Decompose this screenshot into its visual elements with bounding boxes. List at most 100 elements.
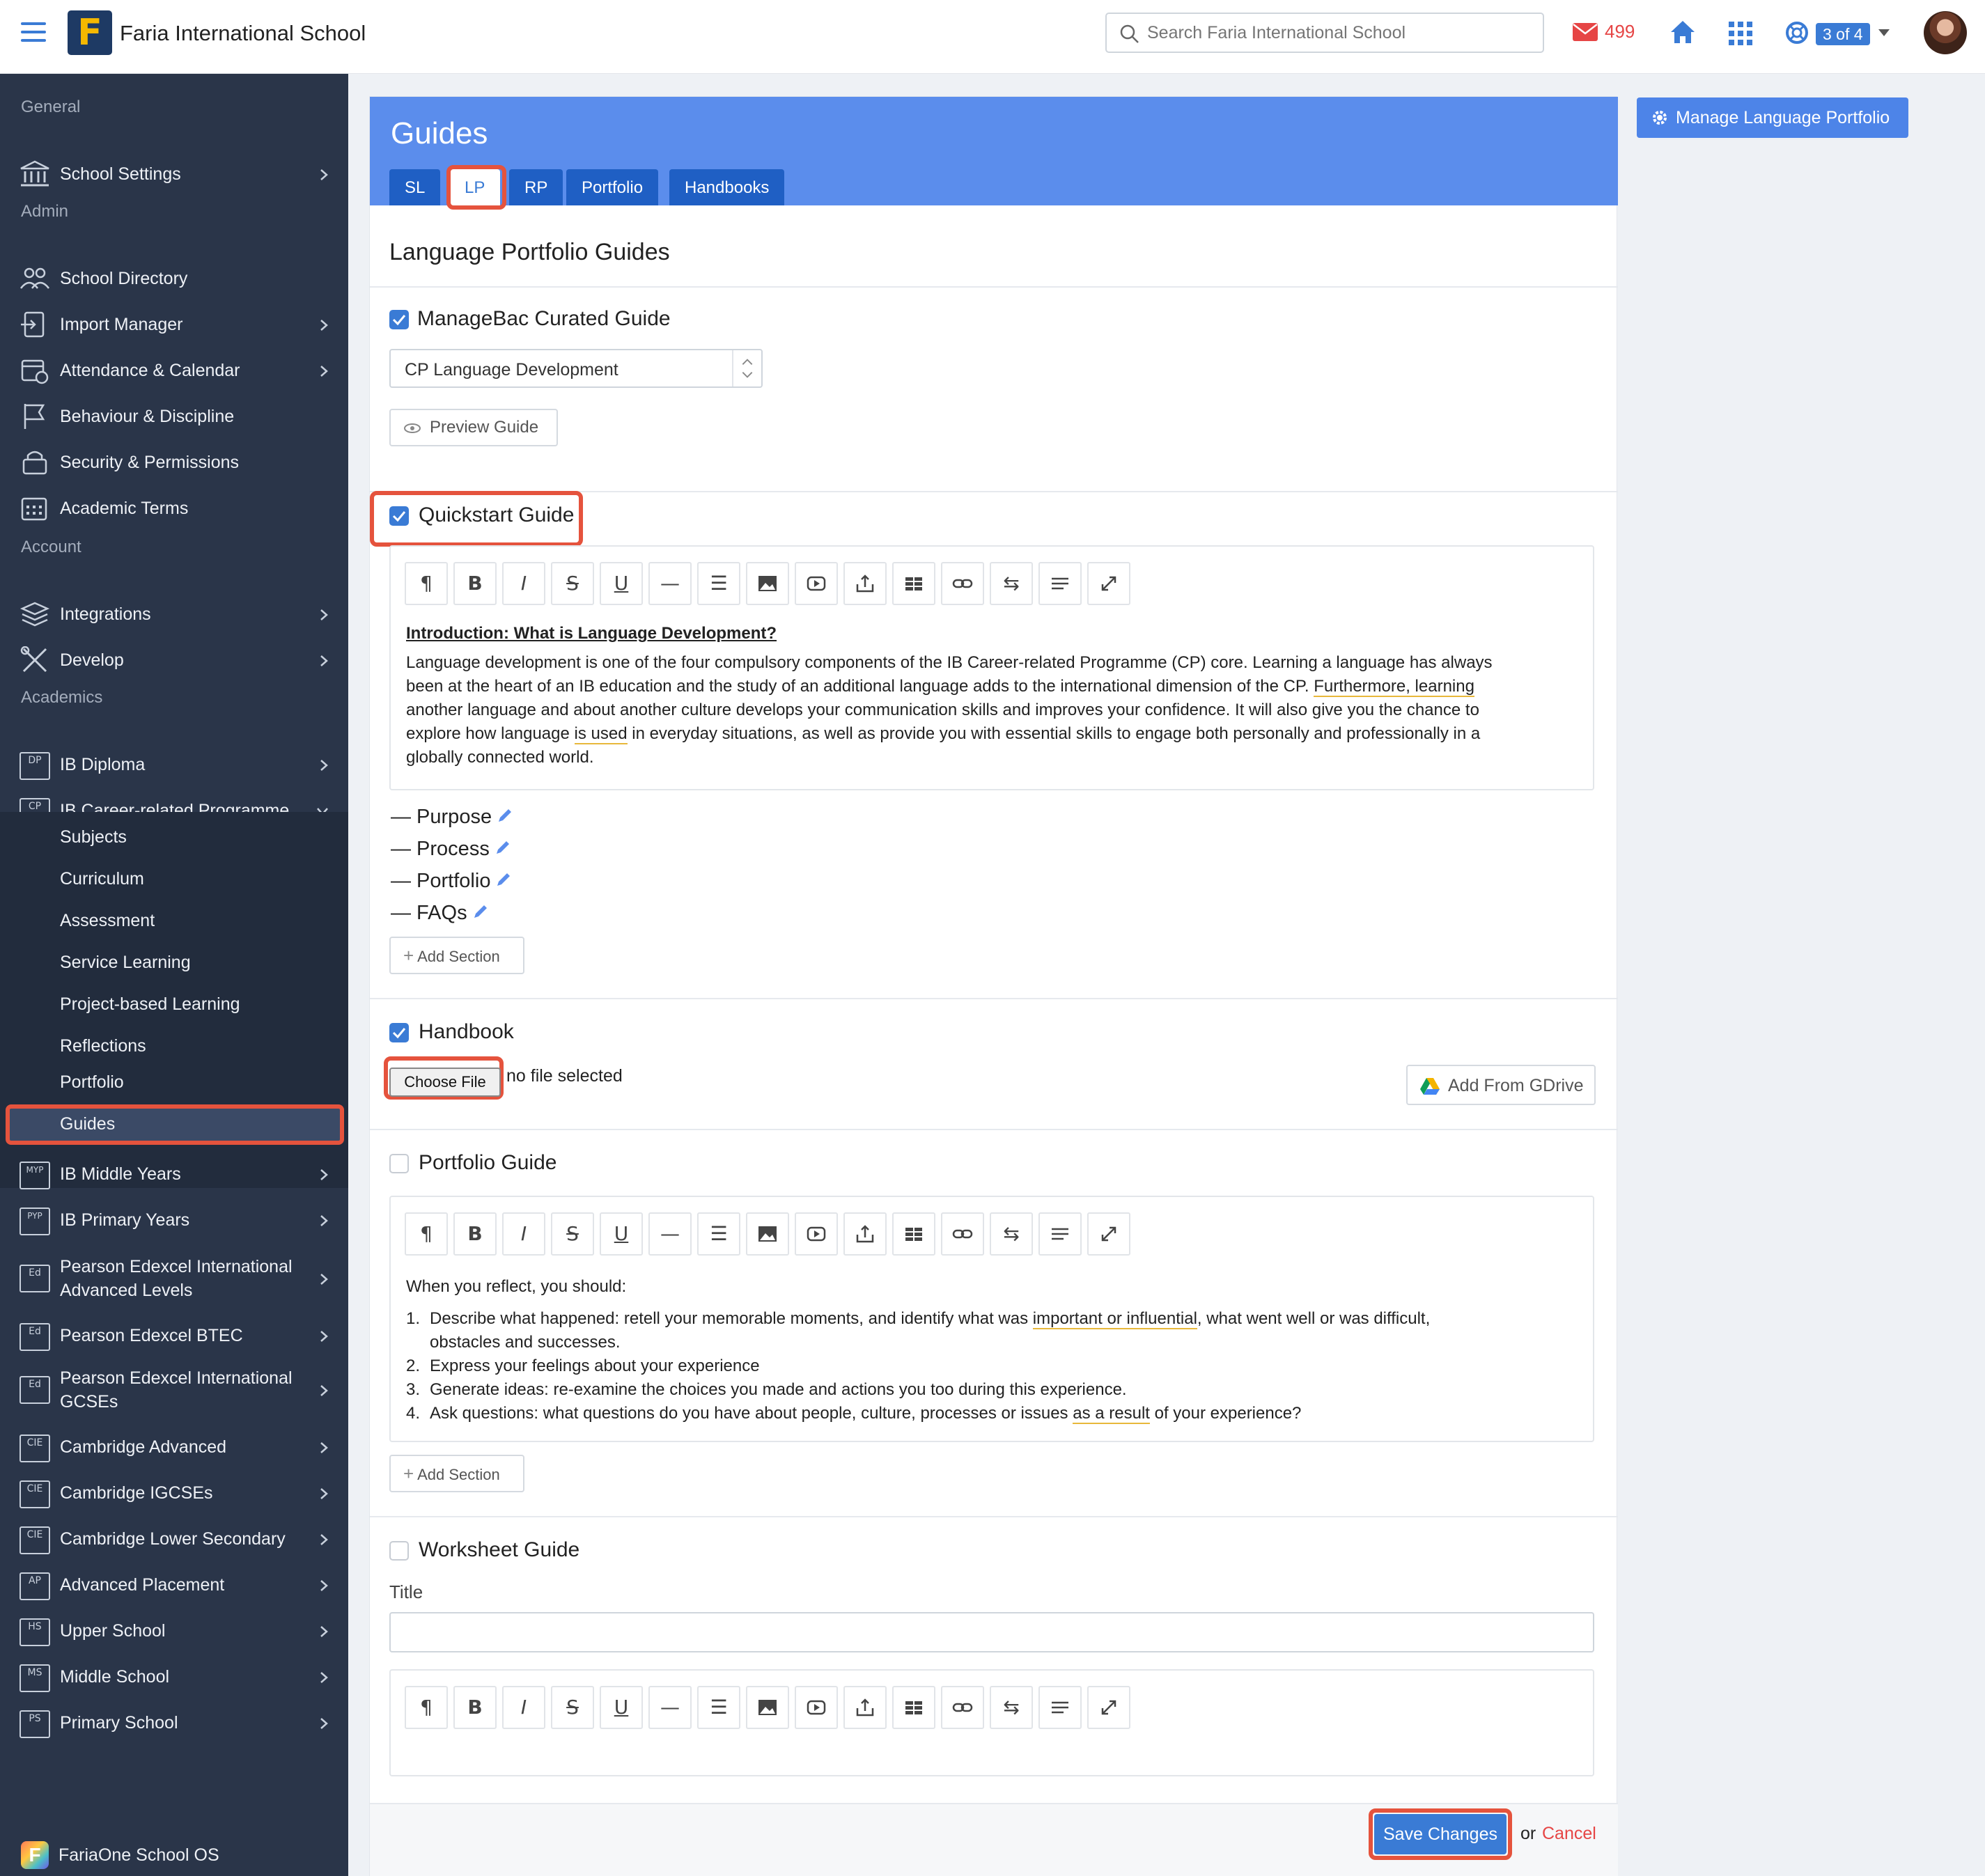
- mail-icon[interactable]: [1573, 23, 1598, 41]
- counter-badge[interactable]: 3 of 4: [1816, 23, 1870, 45]
- sidebar-item-cambridge-advanced[interactable]: CIE Cambridge Advanced: [0, 1426, 348, 1468]
- sidebar-item-import-manager[interactable]: Import Manager: [0, 304, 348, 345]
- italic-icon[interactable]: I: [502, 1686, 545, 1729]
- strikethrough-icon[interactable]: S: [551, 1212, 594, 1256]
- table-icon[interactable]: [892, 1212, 935, 1256]
- fullscreen-icon[interactable]: [1087, 562, 1130, 605]
- link-icon[interactable]: [941, 1212, 984, 1256]
- search-input[interactable]: [1147, 19, 1523, 46]
- link-icon[interactable]: [941, 562, 984, 605]
- video-icon[interactable]: [795, 562, 838, 605]
- swap-icon[interactable]: ⇆: [990, 562, 1033, 605]
- pencil-icon[interactable]: [494, 840, 511, 857]
- sidebar-footer[interactable]: F FariaOne School OS: [0, 1831, 348, 1876]
- quickstart-editor[interactable]: ¶ B I S U — ☰ ⇆ Introduction: What is La…: [389, 545, 1594, 790]
- align-icon[interactable]: [1038, 1686, 1082, 1729]
- strikethrough-icon[interactable]: S: [551, 1686, 594, 1729]
- worksheet-editor[interactable]: ¶ B I S U — ☰ ⇆: [389, 1669, 1594, 1776]
- image-icon[interactable]: [746, 1212, 789, 1256]
- link-icon[interactable]: [941, 1686, 984, 1729]
- section-purpose[interactable]: — Purpose: [391, 806, 513, 829]
- upload-icon[interactable]: [843, 1212, 887, 1256]
- bold-icon[interactable]: B: [453, 1686, 497, 1729]
- sidebar-item-school-directory[interactable]: School Directory: [0, 258, 348, 299]
- user-avatar[interactable]: [1924, 11, 1967, 54]
- video-icon[interactable]: [795, 1686, 838, 1729]
- upload-icon[interactable]: [843, 562, 887, 605]
- sidebar-item-ib-diploma[interactable]: DP IB Diploma: [0, 744, 348, 785]
- paragraph-icon[interactable]: ¶: [405, 562, 448, 605]
- home-icon[interactable]: [1669, 19, 1696, 45]
- sidebar-item-edexcel-igcse[interactable]: Ed Pearson Edexcel International GCSEs: [0, 1363, 348, 1416]
- portfolio-guide-checkbox[interactable]: [389, 1154, 409, 1173]
- portfolio-guide-editor[interactable]: ¶ B I S U — ☰ ⇆ When you reflect, you sh…: [389, 1196, 1594, 1442]
- underline-icon[interactable]: U: [600, 1686, 643, 1729]
- manage-language-portfolio-button[interactable]: Manage Language Portfolio: [1637, 97, 1908, 138]
- add-section-button[interactable]: + Add Section: [389, 1455, 524, 1492]
- submenu-assessment[interactable]: Assessment: [60, 911, 155, 931]
- choose-file-button[interactable]: Choose File: [389, 1068, 501, 1097]
- pencil-icon[interactable]: [496, 808, 513, 824]
- horizontal-rule-icon[interactable]: —: [648, 562, 692, 605]
- section-portfolio[interactable]: — Portfolio: [391, 870, 511, 893]
- submenu-subjects[interactable]: Subjects: [60, 827, 127, 847]
- fullscreen-icon[interactable]: [1087, 1686, 1130, 1729]
- sidebar-item-develop[interactable]: Develop: [0, 639, 348, 681]
- paragraph-icon[interactable]: ¶: [405, 1686, 448, 1729]
- image-icon[interactable]: [746, 1686, 789, 1729]
- sidebar-item-advanced-placement[interactable]: AP Advanced Placement: [0, 1564, 348, 1606]
- app-title[interactable]: Faria International School: [120, 21, 366, 46]
- handbook-checkbox[interactable]: [389, 1023, 409, 1042]
- list-icon[interactable]: ☰: [697, 1212, 740, 1256]
- video-icon[interactable]: [795, 1212, 838, 1256]
- mail-count[interactable]: 499: [1605, 21, 1635, 42]
- sidebar-item-academic-terms[interactable]: Academic Terms: [0, 487, 348, 529]
- table-icon[interactable]: [892, 1686, 935, 1729]
- italic-icon[interactable]: I: [502, 562, 545, 605]
- align-icon[interactable]: [1038, 1212, 1082, 1256]
- pencil-icon[interactable]: [495, 872, 511, 889]
- upload-icon[interactable]: [843, 1686, 887, 1729]
- bold-icon[interactable]: B: [453, 1212, 497, 1256]
- sidebar-item-edexcel-ial[interactable]: Ed Pearson Edexcel International Advanced…: [0, 1252, 348, 1305]
- quickstart-checkbox[interactable]: [389, 506, 409, 526]
- image-icon[interactable]: [746, 562, 789, 605]
- bold-icon[interactable]: B: [453, 562, 497, 605]
- lifebuoy-icon[interactable]: [1785, 21, 1809, 45]
- search-box[interactable]: [1105, 13, 1544, 53]
- sidebar-item-integrations[interactable]: Integrations: [0, 593, 348, 635]
- horizontal-rule-icon[interactable]: —: [648, 1212, 692, 1256]
- tab-rp[interactable]: RP: [509, 169, 563, 205]
- sidebar-item-upper-school[interactable]: HS Upper School: [0, 1610, 348, 1652]
- submenu-service-learning[interactable]: Service Learning: [60, 953, 191, 973]
- pencil-icon[interactable]: [472, 904, 488, 921]
- table-icon[interactable]: [892, 562, 935, 605]
- submenu-portfolio[interactable]: Portfolio: [60, 1072, 124, 1093]
- sidebar-item-security-permissions[interactable]: Security & Permissions: [0, 441, 348, 483]
- apps-grid-icon[interactable]: [1728, 21, 1753, 46]
- underline-icon[interactable]: U: [600, 562, 643, 605]
- paragraph-icon[interactable]: ¶: [405, 1212, 448, 1256]
- strikethrough-icon[interactable]: S: [551, 562, 594, 605]
- sidebar-item-primary-school[interactable]: PS Primary School: [0, 1702, 348, 1744]
- preview-guide-button[interactable]: Preview Guide: [389, 409, 558, 446]
- tab-sl[interactable]: SL: [389, 169, 441, 205]
- submenu-curriculum[interactable]: Curriculum: [60, 869, 144, 889]
- swap-icon[interactable]: ⇆: [990, 1686, 1033, 1729]
- underline-icon[interactable]: U: [600, 1212, 643, 1256]
- add-from-gdrive-button[interactable]: Add From GDrive: [1406, 1065, 1596, 1105]
- sidebar-item-edexcel-btec[interactable]: Ed Pearson Edexcel BTEC: [0, 1315, 348, 1357]
- sidebar-item-ib-middle-years[interactable]: MYP IB Middle Years: [0, 1153, 348, 1195]
- hamburger-menu-icon[interactable]: [21, 22, 46, 43]
- swap-icon[interactable]: ⇆: [990, 1212, 1033, 1256]
- curated-guide-checkbox[interactable]: [389, 310, 409, 329]
- section-process[interactable]: — Process: [391, 838, 511, 861]
- italic-icon[interactable]: I: [502, 1212, 545, 1256]
- worksheet-guide-checkbox[interactable]: [389, 1541, 409, 1561]
- sidebar-item-cambridge-lower-secondary[interactable]: CIE Cambridge Lower Secondary: [0, 1518, 348, 1560]
- sidebar-item-cambridge-igcses[interactable]: CIE Cambridge IGCSEs: [0, 1472, 348, 1514]
- section-faqs[interactable]: — FAQs: [391, 902, 488, 925]
- list-icon[interactable]: ☰: [697, 562, 740, 605]
- title-input[interactable]: [389, 1612, 1594, 1652]
- cancel-link[interactable]: Cancel: [1542, 1824, 1596, 1844]
